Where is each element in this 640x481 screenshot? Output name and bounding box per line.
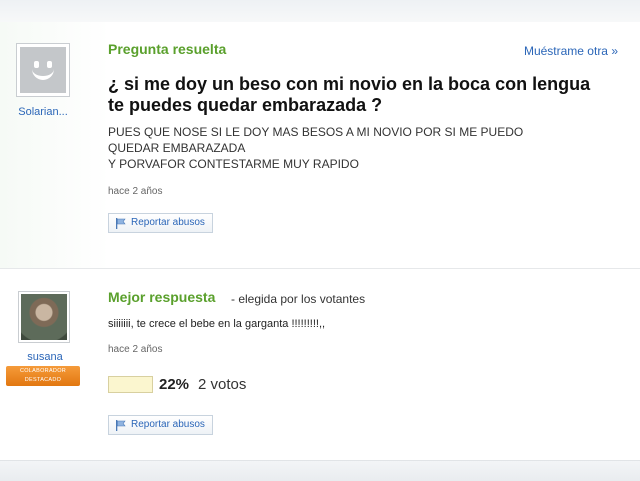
flag-icon: [116, 218, 126, 229]
vote-bar-fill: [109, 377, 152, 392]
flag-icon: [116, 420, 126, 431]
vote-bar: [108, 376, 153, 393]
report-abuse-label: Reportar abusos: [131, 419, 205, 430]
vote-count: 2 votos: [198, 376, 247, 393]
question-body-line: PUES QUE NOSE SI LE DOY MAS BESOS A MI N…: [108, 125, 524, 139]
report-abuse-button[interactable]: Reportar abusos: [108, 415, 213, 435]
asker-avatar[interactable]: [16, 43, 70, 97]
question-body-line: QUEDAR EMBARAZADA: [108, 141, 246, 155]
report-abuse-label: Reportar abusos: [131, 217, 205, 228]
user-photo: [21, 294, 67, 340]
question-body: PUES QUE NOSE SI LE DOY MAS BESOS A MI N…: [108, 124, 608, 172]
bottom-strip: [0, 460, 640, 481]
question-status-label: Pregunta resuelta: [108, 41, 227, 57]
question-timestamp: hace 2 años: [108, 186, 163, 197]
answer-text: siiiiiii, te crece el bebe en la gargant…: [108, 318, 326, 330]
report-abuse-button[interactable]: Reportar abusos: [108, 213, 213, 233]
top-strip: [0, 0, 640, 23]
answerer-name[interactable]: susana: [10, 351, 80, 363]
best-answer-label: Mejor respuesta: [108, 289, 216, 305]
smiley-placeholder-icon: [20, 47, 66, 93]
badge-line: DESTACADO: [24, 377, 62, 383]
chosen-by-text: - elegida por los votantes: [231, 292, 366, 306]
answerer-avatar[interactable]: [18, 291, 70, 343]
question-title: ¿ si me doy un beso con mi novio en la b…: [108, 74, 591, 115]
asker-name[interactable]: Solarian...: [8, 106, 78, 118]
show-other-link[interactable]: Muéstrame otra »: [524, 44, 618, 58]
top-contributor-badge: COLABORADOR DESTACADO: [6, 366, 80, 386]
answer-timestamp: hace 2 años: [108, 344, 163, 355]
badge-line: COLABORADOR: [19, 368, 67, 374]
vote-percent: 22%: [159, 376, 190, 393]
question-body-line: Y PORVAFOR CONTESTARME MUY RAPIDO: [108, 157, 359, 171]
